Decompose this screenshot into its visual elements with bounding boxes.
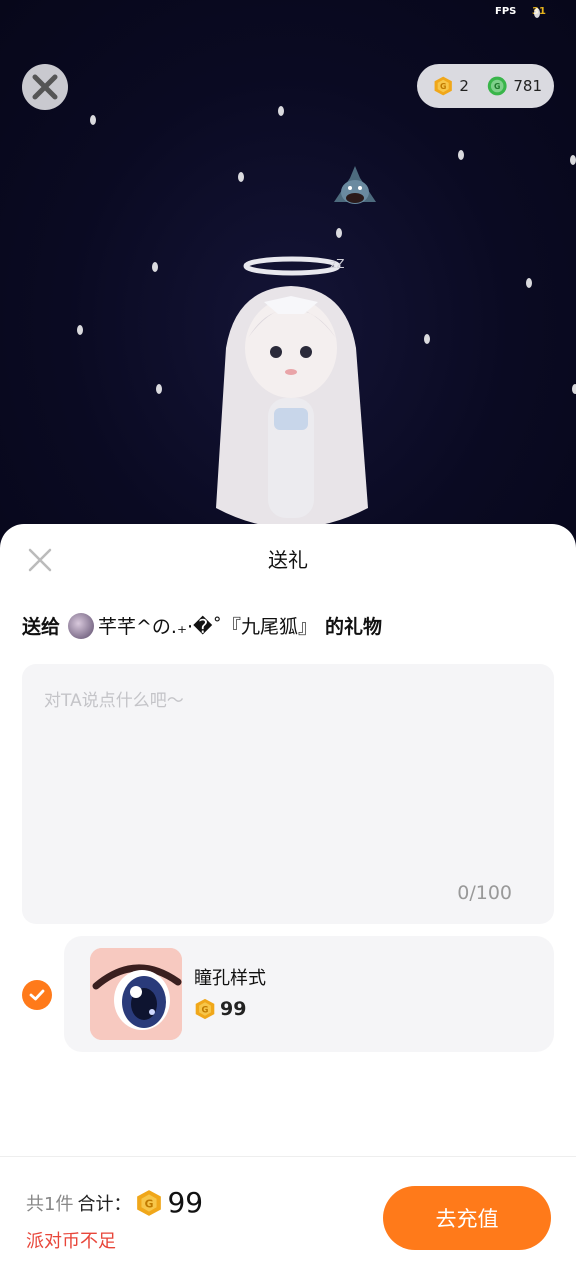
- gift-price-value: 99: [220, 998, 247, 1020]
- gold-coin-icon: G: [434, 76, 452, 96]
- gold-coin-icon: G: [195, 998, 215, 1020]
- message-placeholder: 对TA说点什么吧～: [44, 691, 184, 711]
- sum-value: 99: [167, 1186, 204, 1219]
- gift-to-suffix: 的礼物: [325, 616, 383, 638]
- gift-sheet: 送礼 送给 芊芊^の.₊·�˚『九尾狐』 的礼物 对TA说点什么吧～ 0/100…: [0, 524, 576, 1280]
- snow-particle: [278, 106, 284, 116]
- gift-price: G 99: [194, 998, 246, 1020]
- gift-name: 瞳孔样式: [194, 968, 266, 989]
- fps-label: FPS: [495, 6, 517, 17]
- total-summary: 共1件 合计： G 99: [26, 1186, 203, 1219]
- message-char-count: 0/100: [457, 882, 512, 904]
- snow-particle: [336, 228, 342, 238]
- avatar-scene: FPS 31 zZ: [0, 0, 576, 540]
- snow-particle: [458, 150, 464, 160]
- insufficient-balance-text: 派对币不足: [26, 1231, 116, 1252]
- snow-particle: [424, 334, 430, 344]
- eye-icon: [90, 948, 182, 1040]
- shark-pet-icon: [334, 166, 376, 204]
- snow-particle: [570, 155, 576, 165]
- snow-particle: [77, 325, 83, 335]
- snow-particle: [238, 172, 244, 182]
- avatar: [68, 612, 95, 639]
- close-scene-button[interactable]: [22, 64, 68, 110]
- moon-icon: [367, 291, 374, 305]
- gift-item-card[interactable]: 瞳孔样式 G 99: [64, 936, 554, 1052]
- snow-particle: [526, 278, 532, 288]
- svg-text:G: G: [494, 82, 500, 91]
- gold-coin-icon: G: [137, 1189, 162, 1216]
- wallet-balance[interactable]: G 2 G 781: [417, 64, 554, 108]
- snow-particle: [90, 115, 96, 125]
- green-coin-count: 781: [513, 77, 542, 95]
- green-coin-icon: G: [487, 76, 507, 96]
- avatar-character: zZ: [216, 256, 368, 528]
- svg-text:zZ: zZ: [330, 257, 345, 271]
- close-icon: [32, 74, 58, 100]
- message-input[interactable]: 对TA说点什么吧～ 0/100: [22, 664, 554, 924]
- gift-thumbnail: [90, 948, 182, 1040]
- svg-text:G: G: [145, 1197, 154, 1210]
- svg-text:G: G: [440, 82, 446, 91]
- gift-to-prefix: 送给: [22, 616, 61, 638]
- recharge-button[interactable]: 去充值: [383, 1186, 551, 1250]
- footer-divider: [0, 1156, 576, 1157]
- snow-particle: [534, 8, 540, 18]
- snow-particle: [156, 384, 162, 394]
- gift-recipient-line: 送给 芊芊^の.₊·�˚『九尾狐』 的礼物: [22, 612, 382, 639]
- recipient-name: 芊芊^の.₊·�˚『九尾狐』: [98, 616, 318, 638]
- check-icon: [29, 989, 45, 1001]
- sheet-title: 送礼: [268, 548, 308, 572]
- gold-coin-count: 2: [459, 77, 469, 95]
- snow-particle: [152, 262, 158, 272]
- gift-selected-checkbox[interactable]: [22, 980, 52, 1010]
- sum-label: 合计：: [77, 1193, 132, 1215]
- svg-text:G: G: [202, 1004, 209, 1014]
- item-count: 共1件: [26, 1193, 74, 1215]
- snow-particle: [572, 384, 576, 394]
